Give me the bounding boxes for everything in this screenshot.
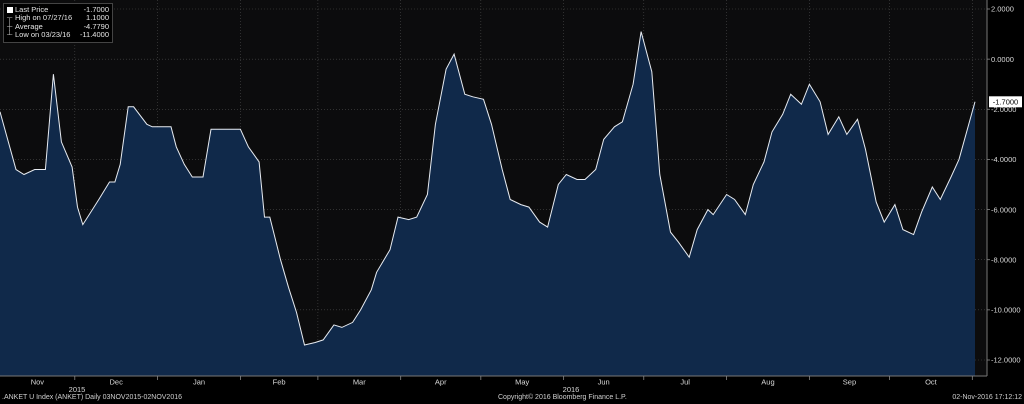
y-tick-label: 0.0000 (991, 55, 1014, 64)
footer-timestamp: 02-Nov-2016 17:12:12 (952, 394, 1022, 401)
month-label: Apr (435, 378, 447, 387)
legend-low: ┴ Low on 03/23/16 -11.4000 (7, 30, 109, 40)
low-marker-icon: ┴ (7, 30, 13, 40)
month-label: Nov (31, 378, 45, 387)
month-label: May (515, 378, 529, 387)
y-tick-label: 2.0000 (991, 5, 1014, 14)
x-axis: Nov Dec Jan Feb Mar Apr May Jun Jul Aug Sep Oct 2015… (31, 376, 973, 394)
last-price-tag-label: -1.7000 (993, 98, 1018, 107)
last-price-tag: -1.7000 (989, 96, 1022, 108)
month-label: Jan (193, 378, 205, 387)
month-label: Mar (353, 378, 366, 387)
month-label: Jul (680, 378, 690, 387)
year-label: 2016 (563, 385, 580, 394)
legend-box: Last Price -1.7000 ┬ High on 07/27/16 1.1… (3, 3, 113, 43)
month-label: Jun (598, 378, 610, 387)
month-label: Oct (925, 378, 938, 387)
y-tick-label: -8.0000 (991, 255, 1016, 264)
price-chart: 2.00000.0000-2.0000-4.0000-6.0000-8.0000… (0, 0, 1024, 394)
y-tick-label: -4.0000 (991, 155, 1016, 164)
month-label: Sep (843, 378, 856, 387)
month-label: Dec (110, 378, 124, 387)
footer-index-info: .ANKET U Index (ANKET) Daily 03NOV2015-0… (2, 394, 183, 401)
month-label: Aug (761, 378, 774, 387)
last-price-swatch-icon (7, 6, 13, 13)
y-tick-label: -12.0000 (991, 356, 1021, 365)
y-tick-label: -6.0000 (991, 205, 1016, 214)
footer-copyright: Copyright© 2016 Bloomberg Finance L.P. (498, 394, 627, 401)
year-label: 2015 (69, 385, 86, 394)
y-tick-label: -10.0000 (991, 306, 1021, 315)
month-label: Feb (273, 378, 286, 387)
footer-bar: .ANKET U Index (ANKET) Daily 03NOV2015-0… (0, 394, 1024, 404)
